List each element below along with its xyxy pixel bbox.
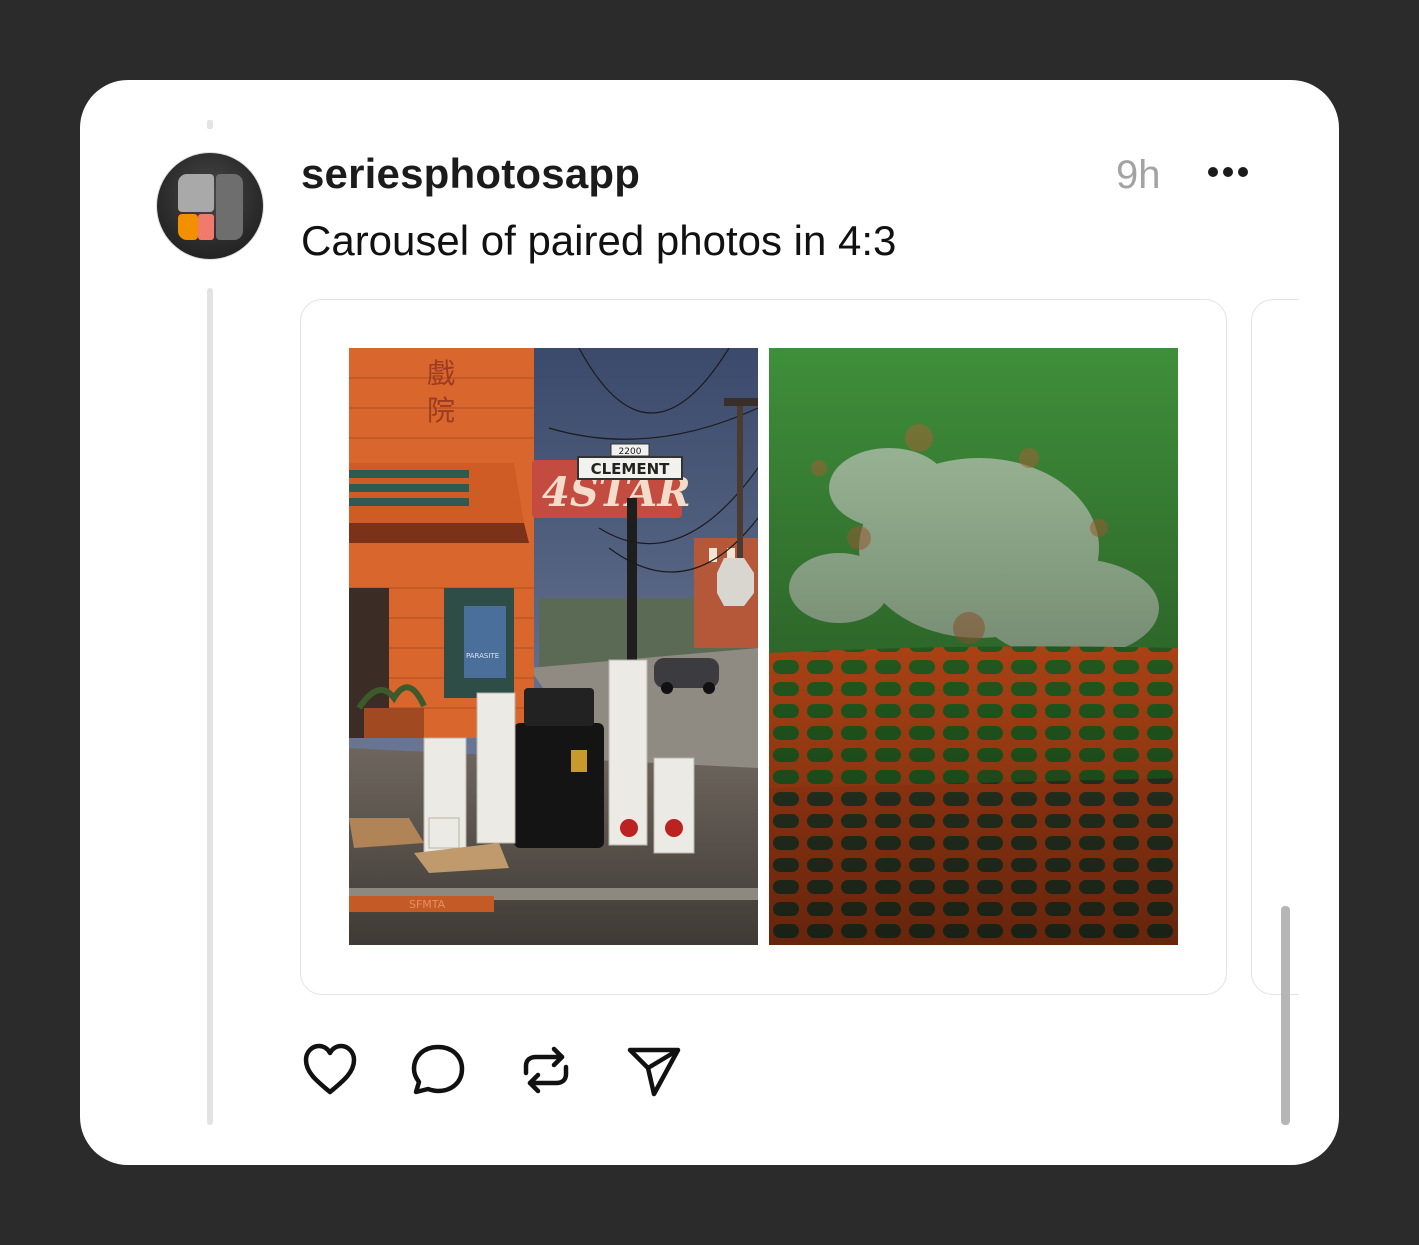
svg-text:PARASITE: PARASITE [466,652,499,660]
post-card: seriesphotosapp 9h Carousel of paired ph… [80,80,1339,1165]
street-corner-photo[interactable]: 戲 院 PARASITE 4STAR CLEMENT 2200 SFMTA [349,348,758,945]
username[interactable]: seriesphotosapp [301,150,640,198]
carousel-slide-next[interactable] [1251,299,1299,995]
scrollbar[interactable] [1281,906,1290,1125]
send-icon[interactable] [624,1040,684,1100]
repost-icon[interactable] [516,1040,576,1100]
svg-text:院: 院 [427,394,455,427]
thread-line-top [207,120,213,129]
logo-tile [198,214,214,240]
dot [1223,167,1233,177]
thread-line [207,288,213,1125]
post-caption: Carousel of paired photos in 4:3 [301,217,897,264]
comment-bubble-icon[interactable] [408,1040,468,1100]
orange-netting-photo[interactable] [769,348,1178,945]
dot [1238,167,1248,177]
carousel-slide[interactable]: 戲 院 PARASITE 4STAR CLEMENT 2200 SFMTA [300,299,1227,995]
movie-poster [464,606,506,678]
timestamp: 9h [1116,153,1161,197]
street-sign: CLEMENT [591,460,671,478]
svg-text:戲: 戲 [427,357,455,390]
avatar[interactable] [157,153,263,259]
curb-text: SFMTA [409,898,446,911]
heart-icon[interactable] [300,1040,360,1100]
logo-tile [216,174,243,240]
svg-text:2200: 2200 [619,447,642,457]
logo-tile [178,174,214,212]
logo-tile [178,214,198,240]
photo-carousel[interactable]: 戲 院 PARASITE 4STAR CLEMENT 2200 SFMTA [300,299,1299,995]
more-options-icon[interactable] [1208,162,1252,182]
dot [1208,167,1218,177]
